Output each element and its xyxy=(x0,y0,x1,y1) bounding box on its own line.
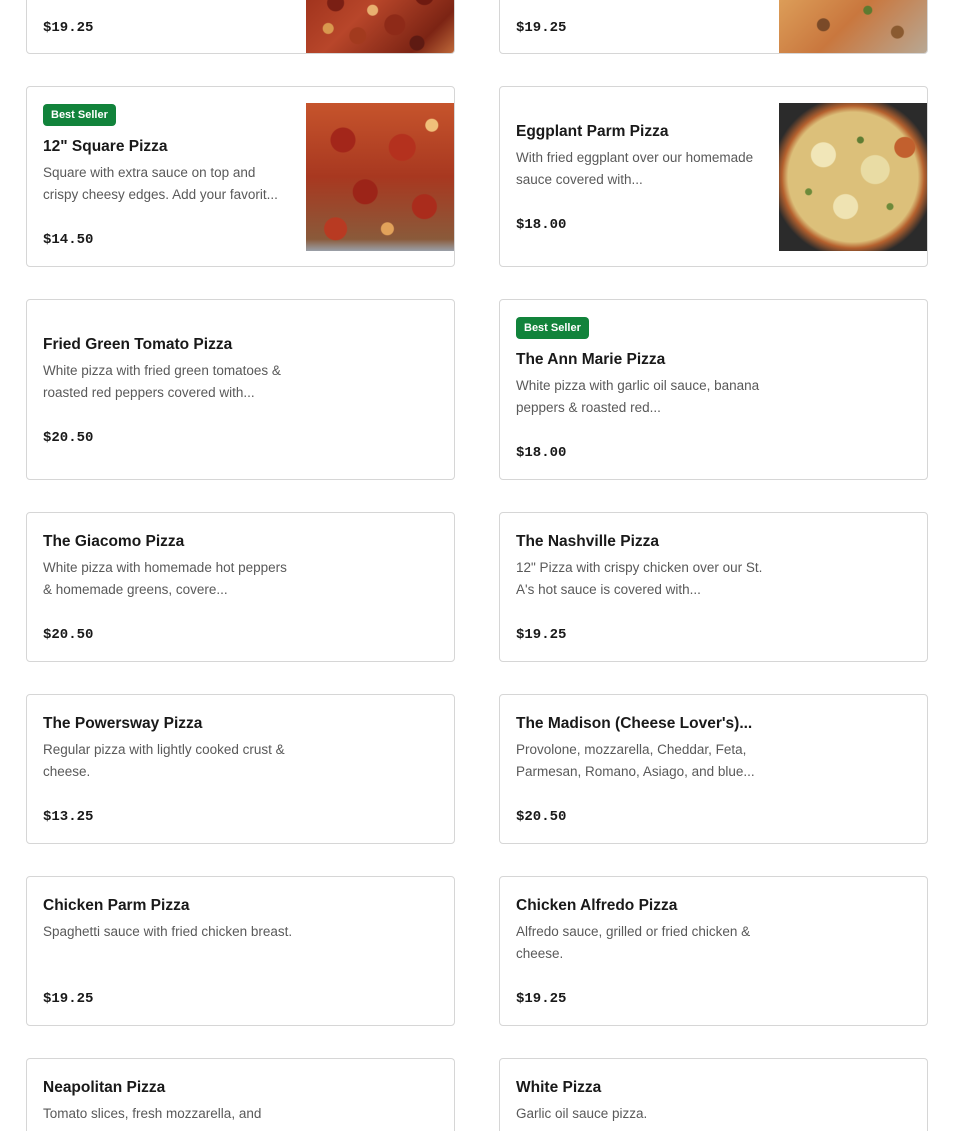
item-description: Spaghetti sauce with fried chicken breas… xyxy=(43,924,293,939)
item-title: The Giacomo Pizza xyxy=(43,533,185,550)
menu-item-card[interactable]: The Nashville Pizza 12" Pizza with crisp… xyxy=(499,512,928,662)
item-price: $19.25 xyxy=(516,20,567,36)
menu-item-card[interactable]: Best Seller The Ann Marie Pizza White pi… xyxy=(499,299,928,480)
menu-item-card[interactable]: White Pizza Garlic oil sauce pizza. xyxy=(499,1058,928,1131)
item-price: $19.25 xyxy=(43,991,94,1007)
item-price: $14.50 xyxy=(43,232,94,248)
menu-item-card[interactable]: The Powersway Pizza Regular pizza with l… xyxy=(26,694,455,844)
item-description: White pizza with fried green tomatoes & … xyxy=(43,363,281,400)
menu-item-card[interactable]: Fried Green Tomato Pizza White pizza wit… xyxy=(26,299,455,480)
item-price: $13.25 xyxy=(43,809,94,825)
item-title: Chicken Alfredo Pizza xyxy=(516,897,678,914)
item-description: Alfredo sauce, grilled or fried chicken … xyxy=(516,924,751,961)
item-title: The Powersway Pizza xyxy=(43,715,203,732)
item-description: Provolone, mozzarella, Cheddar, Feta, Pa… xyxy=(516,742,755,779)
item-description: 12" Pizza with crispy chicken over our S… xyxy=(516,560,763,597)
menu-item-card[interactable]: Neapolitan Pizza Tomato slices, fresh mo… xyxy=(26,1058,455,1131)
item-price: $19.25 xyxy=(43,20,94,36)
item-description: White pizza with garlic oil sauce, banan… xyxy=(516,378,760,415)
item-title: Neapolitan Pizza xyxy=(43,1079,166,1096)
item-title: Fried Green Tomato Pizza xyxy=(43,336,233,353)
item-description: Square with extra sauce on top and crisp… xyxy=(43,165,278,202)
best-seller-badge: Best Seller xyxy=(516,317,589,339)
menu-item-card[interactable]: Chicken Alfredo Pizza Alfredo sauce, gri… xyxy=(499,876,928,1026)
item-description: Regular pizza with lightly cooked crust … xyxy=(43,742,285,779)
item-price: $19.25 xyxy=(516,991,567,1007)
item-title: Eggplant Parm Pizza xyxy=(516,123,669,140)
item-title: The Madison (Cheese Lover's)... xyxy=(516,715,753,732)
item-price: $18.00 xyxy=(516,445,567,461)
item-title: White Pizza xyxy=(516,1079,602,1096)
item-price: $20.50 xyxy=(516,809,567,825)
item-photo xyxy=(306,103,454,251)
item-description: Tomato slices, fresh mozzarella, and xyxy=(43,1106,262,1121)
item-price: $20.50 xyxy=(43,627,94,643)
item-title: Chicken Parm Pizza xyxy=(43,897,190,914)
menu-item-card[interactable]: Eggplant Parm Pizza With fried eggplant … xyxy=(499,86,928,267)
menu-item-card[interactable]: The Giacomo Pizza White pizza with homem… xyxy=(26,512,455,662)
item-photo xyxy=(306,0,454,53)
item-description: White pizza with homemade hot peppers & … xyxy=(43,560,287,597)
item-title: The Ann Marie Pizza xyxy=(516,351,666,368)
item-price: $18.00 xyxy=(516,217,567,233)
menu-item-card[interactable]: Chicken Parm Pizza Spaghetti sauce with … xyxy=(26,876,455,1026)
menu-item-card[interactable]: $19.25 xyxy=(26,0,455,54)
item-description: With fried eggplant over our homemade sa… xyxy=(516,150,754,187)
item-description: Garlic oil sauce pizza. xyxy=(516,1106,648,1121)
item-price: $20.50 xyxy=(43,430,94,446)
item-price: $19.25 xyxy=(516,627,567,643)
item-photo xyxy=(779,0,927,53)
menu-item-card[interactable]: Best Seller 12" Square Pizza Square with… xyxy=(26,86,455,267)
item-title: 12" Square Pizza xyxy=(43,138,168,155)
item-photo xyxy=(779,103,927,251)
menu-item-card[interactable]: $19.25 xyxy=(499,0,928,54)
item-title: The Nashville Pizza xyxy=(516,533,659,550)
menu-item-card[interactable]: The Madison (Cheese Lover's)... Provolon… xyxy=(499,694,928,844)
best-seller-badge: Best Seller xyxy=(43,104,116,126)
